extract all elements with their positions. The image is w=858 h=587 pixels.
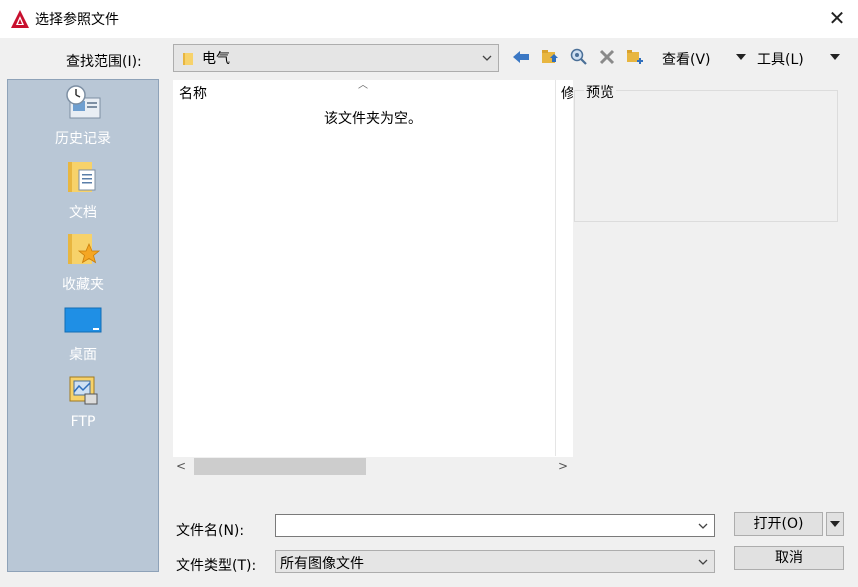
window-title: 选择参照文件 xyxy=(35,12,119,28)
column-header-name[interactable]: 名称 xyxy=(179,83,207,103)
favorites-icon xyxy=(68,234,101,264)
scroll-left-icon[interactable]: < xyxy=(173,457,189,476)
ftp-icon xyxy=(69,376,98,405)
file-list[interactable] xyxy=(173,80,573,476)
place-desktop[interactable]: 桌面 xyxy=(8,304,158,364)
preview-pane xyxy=(574,90,838,222)
views-dropdown-icon[interactable] xyxy=(735,53,747,61)
delete-button[interactable] xyxy=(596,46,618,68)
delete-icon xyxy=(599,49,615,65)
filetype-value: 所有图像文件 xyxy=(280,556,364,572)
place-label: 文档 xyxy=(69,205,97,221)
look-in-label: 查找范围(I): xyxy=(66,54,142,70)
place-label: 历史记录 xyxy=(55,131,111,147)
place-label: FTP xyxy=(70,414,96,430)
place-label: 桌面 xyxy=(69,347,97,363)
sort-arrow-icon: ︿ xyxy=(358,80,368,91)
preview-label: 预览 xyxy=(584,82,616,102)
search-web-button[interactable] xyxy=(568,46,590,68)
up-folder-button[interactable] xyxy=(539,46,561,68)
desktop-icon xyxy=(64,307,102,333)
title-bar: 选择参照文件 ✕ xyxy=(0,0,858,38)
place-documents[interactable]: 文档 xyxy=(8,158,158,222)
history-icon xyxy=(66,85,101,119)
place-ftp[interactable]: FTP xyxy=(8,372,158,430)
places-sidebar: 历史记录 文档 收藏夹 桌面 FTP xyxy=(7,79,159,572)
back-arrow-icon xyxy=(513,51,529,63)
empty-folder-message: 该文件夹为空。 xyxy=(324,111,422,127)
place-history[interactable]: 历史记录 xyxy=(8,84,158,148)
cancel-button-label: 取消 xyxy=(775,550,803,566)
column-divider[interactable] xyxy=(555,80,556,456)
new-folder-button[interactable] xyxy=(624,46,646,68)
open-button-label: 打开(O) xyxy=(753,516,804,532)
chevron-down-icon xyxy=(698,559,708,565)
folder-icon xyxy=(183,53,193,65)
filetype-dropdown[interactable]: 所有图像文件 xyxy=(275,550,715,573)
open-button[interactable]: 打开(O) xyxy=(734,512,823,536)
look-in-value: 电气 xyxy=(202,51,230,67)
new-folder-icon xyxy=(627,50,643,64)
scrollbar-thumb[interactable] xyxy=(194,458,366,475)
look-in-dropdown[interactable]: 电气 xyxy=(173,44,499,72)
open-options-button[interactable] xyxy=(826,512,844,536)
views-menu[interactable]: 查看(V) xyxy=(662,49,711,69)
close-button[interactable]: ✕ xyxy=(826,5,848,31)
close-icon[interactable]: ✕ xyxy=(829,6,846,30)
back-button[interactable] xyxy=(510,46,532,68)
folder-up-icon xyxy=(542,50,558,63)
cancel-button[interactable]: 取消 xyxy=(734,546,844,570)
column-header-modified[interactable]: 修 xyxy=(561,83,573,103)
open-options-dropdown-icon xyxy=(830,521,840,527)
chevron-down-icon[interactable] xyxy=(698,521,708,531)
horizontal-scrollbar[interactable]: < > xyxy=(173,457,573,476)
documents-icon xyxy=(68,162,96,192)
place-favorites[interactable]: 收藏夹 xyxy=(8,230,158,294)
search-web-icon xyxy=(570,48,587,65)
filetype-label: 文件类型(T): xyxy=(176,558,257,574)
chevron-down-icon xyxy=(482,55,492,61)
tools-dropdown-icon[interactable] xyxy=(829,53,841,61)
filename-field[interactable] xyxy=(275,514,715,537)
autocad-icon xyxy=(11,10,29,28)
scroll-right-icon[interactable]: > xyxy=(555,457,571,476)
tools-menu[interactable]: 工具(L) xyxy=(757,49,804,69)
filename-label: 文件名(N): xyxy=(176,523,245,539)
place-label: 收藏夹 xyxy=(62,277,104,293)
